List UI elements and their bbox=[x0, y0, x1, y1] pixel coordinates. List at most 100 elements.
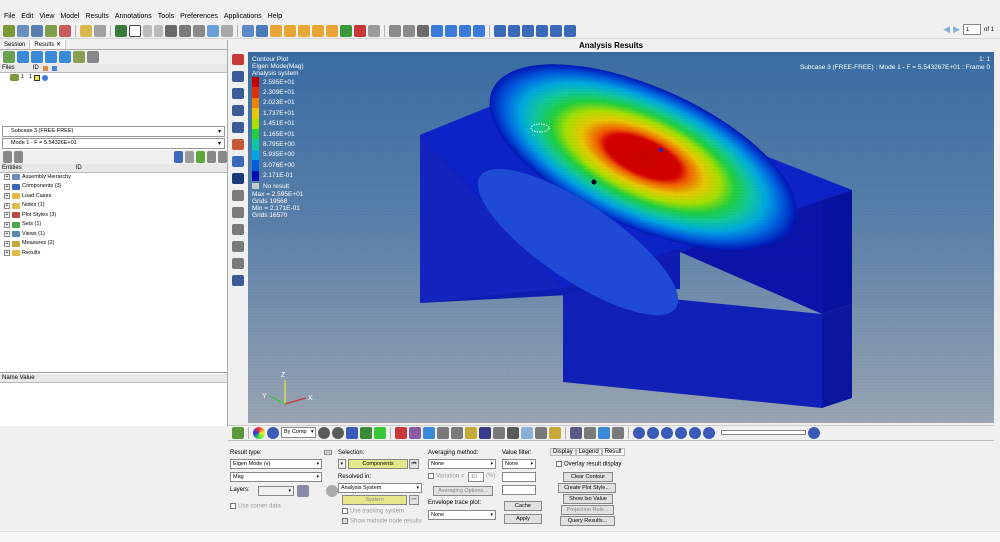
tree-assembly-hierarchy[interactable]: + Assembly Hierarchy bbox=[0, 173, 227, 183]
cut-icon[interactable] bbox=[534, 426, 547, 439]
play-icon[interactable] bbox=[674, 426, 687, 439]
open-model-icon[interactable] bbox=[17, 24, 29, 37]
marker-icon[interactable] bbox=[59, 51, 71, 63]
iso-icon[interactable] bbox=[73, 51, 85, 63]
system-reverse-button[interactable]: ⏮ bbox=[409, 495, 419, 505]
menu-annotations[interactable]: Annotations bbox=[115, 13, 152, 20]
overlay-checkbox[interactable]: Overlay result display bbox=[556, 461, 621, 468]
hotspot-icon[interactable] bbox=[232, 241, 244, 252]
result-type-dropdown[interactable]: Eigen Mode (v) ▾ bbox=[230, 459, 322, 469]
tab-result[interactable]: Result bbox=[601, 448, 625, 456]
section-icon[interactable] bbox=[422, 426, 435, 439]
symbols-icon[interactable] bbox=[492, 426, 505, 439]
envelope-dropdown[interactable]: None ▾ bbox=[428, 510, 496, 520]
clear-contour-button[interactable]: Clear Contour bbox=[563, 472, 613, 482]
tree-views[interactable]: + Views (1) bbox=[0, 230, 227, 240]
mode-dropdown[interactable]: Mode 1 - F = 5.54326E+01 ▾ bbox=[2, 137, 225, 149]
layers-dropdown[interactable]: ▾ bbox=[258, 486, 294, 496]
reverse-selection-button[interactable]: ⏮ bbox=[409, 459, 419, 469]
tree-load-cases[interactable]: + Load Cases bbox=[0, 192, 227, 202]
variation-checkbox[interactable]: Variation < bbox=[428, 473, 464, 480]
measure-tool-icon[interactable] bbox=[232, 156, 244, 167]
display-all-icon[interactable] bbox=[373, 426, 386, 439]
animate-icon[interactable] bbox=[207, 24, 219, 37]
show-iso-value-button[interactable]: Show Iso Value bbox=[563, 494, 613, 504]
section-cut-icon[interactable] bbox=[232, 173, 244, 184]
annotation-icon[interactable] bbox=[478, 426, 491, 439]
averaging-options-button[interactable]: Averaging Options... bbox=[433, 486, 493, 496]
align-icon[interactable] bbox=[520, 426, 533, 439]
menu-results[interactable]: Results bbox=[85, 13, 108, 20]
background-icon[interactable] bbox=[368, 24, 380, 37]
contour-tool-icon[interactable] bbox=[232, 71, 244, 82]
rotate-icon[interactable] bbox=[256, 24, 268, 37]
menu-file[interactable]: File bbox=[4, 13, 15, 20]
save-icon[interactable] bbox=[31, 24, 43, 37]
tree-measures[interactable]: + Measures (2) bbox=[0, 239, 227, 249]
use-corner-checkbox[interactable]: Use corner data bbox=[230, 503, 281, 510]
view-front-icon[interactable] bbox=[522, 24, 534, 37]
menu-view[interactable]: View bbox=[39, 13, 54, 20]
graph-icon[interactable] bbox=[569, 426, 582, 439]
result-browser-icon[interactable] bbox=[232, 54, 244, 65]
query-icon[interactable] bbox=[87, 51, 99, 63]
deform-icon[interactable] bbox=[17, 51, 29, 63]
pick-icon[interactable] bbox=[185, 150, 194, 163]
result-type-more-button[interactable]: … bbox=[324, 449, 332, 455]
view-left-icon[interactable] bbox=[550, 24, 562, 37]
color-swatch-icon[interactable] bbox=[34, 74, 41, 81]
projection-rule-button[interactable]: Projection Rule... bbox=[561, 505, 614, 515]
copy-icon[interactable] bbox=[179, 24, 191, 37]
mesh-lines-icon[interactable] bbox=[345, 426, 358, 439]
contour-legend[interactable]: Contour Plot Eigen Mode(Mag) Analysis sy… bbox=[252, 56, 412, 219]
display-mode-icon[interactable] bbox=[354, 24, 366, 37]
last-frame-icon[interactable] bbox=[702, 426, 715, 439]
tracking-icon[interactable] bbox=[232, 207, 244, 218]
tree-components[interactable]: + Components (3) bbox=[0, 182, 227, 192]
query-result-icon[interactable] bbox=[597, 426, 610, 439]
iso-tool-icon[interactable] bbox=[232, 139, 244, 150]
vertical-icon[interactable] bbox=[459, 24, 471, 37]
component-dropdown[interactable]: Mag ▾ bbox=[230, 472, 322, 482]
file-row[interactable]: 11 bbox=[0, 73, 227, 83]
show-midside-checkbox[interactable]: Show midside node results bbox=[342, 518, 422, 525]
import-icon[interactable] bbox=[45, 24, 57, 37]
vector-tool-icon[interactable] bbox=[232, 105, 244, 116]
capture-icon[interactable] bbox=[80, 24, 92, 37]
vector-icon[interactable] bbox=[31, 51, 43, 63]
filter-icon[interactable] bbox=[3, 150, 12, 163]
averaging-dropdown[interactable]: None ▾ bbox=[428, 459, 496, 469]
layer-filter-icon[interactable] bbox=[297, 485, 309, 497]
tab-display[interactable]: Display bbox=[550, 448, 576, 456]
query-results-button[interactable]: Query Results... bbox=[560, 516, 615, 526]
tensor-icon[interactable] bbox=[45, 51, 57, 63]
query-tool-icon[interactable] bbox=[232, 224, 244, 235]
hotspot-tool-icon[interactable] bbox=[583, 426, 596, 439]
pan-icon[interactable] bbox=[270, 24, 282, 37]
menu-help[interactable]: Help bbox=[268, 13, 282, 20]
animation-settings-icon[interactable] bbox=[807, 426, 820, 439]
tree-notes[interactable]: + Notes (1) bbox=[0, 201, 227, 211]
subcase-dropdown[interactable]: Subcase 3 (FREE-FREE) ▾ bbox=[2, 125, 225, 137]
window-layout-icon[interactable] bbox=[129, 24, 141, 37]
path-icon[interactable] bbox=[232, 258, 244, 269]
zoom-out-icon[interactable] bbox=[403, 24, 415, 37]
spin-icon[interactable] bbox=[431, 24, 443, 37]
cache-button[interactable]: Cache bbox=[504, 501, 542, 511]
paint-icon[interactable] bbox=[548, 426, 561, 439]
animation-slider[interactable] bbox=[720, 430, 806, 435]
previous-page-icon[interactable]: ◀ bbox=[943, 24, 950, 35]
next-frame-icon[interactable] bbox=[688, 426, 701, 439]
synchronize-icon[interactable] bbox=[221, 24, 233, 37]
entity-attributes-icon[interactable] bbox=[394, 426, 407, 439]
create-plot-style-button[interactable]: Create Plot Style... bbox=[558, 483, 616, 493]
tab-session[interactable]: Session bbox=[0, 40, 31, 49]
add-page-icon[interactable] bbox=[115, 24, 127, 37]
open-session-icon[interactable] bbox=[3, 24, 15, 37]
mask-icon[interactable] bbox=[408, 426, 421, 439]
menu-applications[interactable]: Applications bbox=[224, 13, 262, 20]
isolate-icon[interactable] bbox=[196, 150, 205, 163]
resolved-in-dropdown[interactable]: Analysis System ▾ bbox=[338, 483, 422, 493]
fit-icon[interactable] bbox=[445, 24, 457, 37]
page-options-icon[interactable] bbox=[165, 24, 177, 37]
